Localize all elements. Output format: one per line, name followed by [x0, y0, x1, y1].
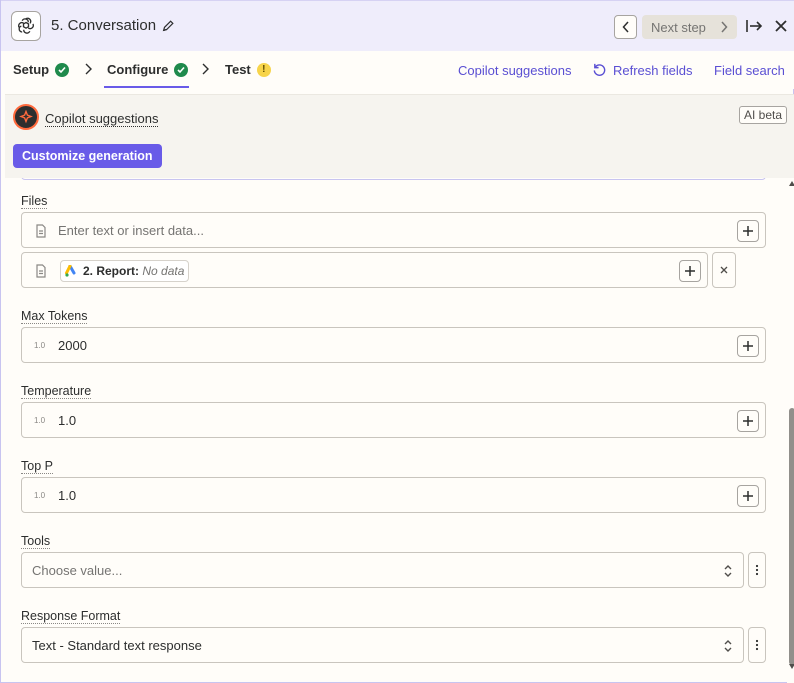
temperature-value: 1.0 [58, 413, 77, 428]
tools-placeholder: Choose value... [32, 563, 123, 578]
tab-configure[interactable]: Configure [107, 62, 189, 77]
scroll-up-arrow-icon[interactable] [789, 181, 794, 186]
customize-generation-button[interactable]: Customize generation [13, 144, 162, 168]
response-format-select[interactable]: Text - Standard text response [21, 627, 744, 663]
collapse-panel-icon[interactable] [745, 17, 763, 35]
pill-step-label: 2. Report: [83, 264, 140, 278]
check-circle-icon [174, 62, 189, 77]
scroll-down-arrow-icon[interactable] [789, 664, 794, 669]
tools-label: Tools [21, 534, 51, 549]
plus-icon [743, 341, 753, 351]
number-type-icon: 1.0 [34, 491, 46, 500]
document-icon [36, 224, 46, 238]
ai-beta-badge: AI beta [739, 106, 788, 124]
next-step-label: Next step [651, 19, 706, 35]
insert-data-button[interactable] [737, 410, 759, 432]
configure-form: Files Enter text or insert data... 2. Re… [1, 178, 787, 683]
number-type-icon: 1.0 [34, 416, 46, 425]
insert-data-button[interactable] [737, 335, 759, 357]
copilot-sparkle-icon [13, 104, 39, 130]
more-vertical-icon [755, 639, 759, 651]
chevron-right-icon [721, 21, 728, 33]
number-type-icon: 1.0 [34, 341, 46, 350]
scrollbar-thumb[interactable] [789, 408, 794, 665]
refresh-icon[interactable] [592, 62, 607, 77]
previous-step-button[interactable] [614, 15, 637, 39]
openai-icon [11, 11, 41, 41]
close-icon[interactable] [774, 19, 788, 33]
insert-data-button[interactable] [737, 220, 759, 242]
mapped-data-pill[interactable]: 2. Report: No data [60, 260, 190, 282]
chevron-up-down-icon [724, 565, 732, 577]
form-scrollbar[interactable] [787, 178, 794, 683]
remove-item-button[interactable] [712, 252, 736, 288]
copilot-title[interactable]: Copilot suggestions [45, 112, 159, 127]
plus-icon [743, 416, 753, 426]
max-tokens-label: Max Tokens [21, 309, 88, 324]
tab-configure-label: Configure [107, 62, 169, 77]
top-p-value: 1.0 [58, 488, 77, 503]
document-icon [36, 264, 46, 278]
copilot-panel: Copilot suggestions AI beta Customize ge… [5, 94, 794, 178]
tools-select[interactable]: Choose value... [21, 552, 744, 588]
temperature-input[interactable]: 1.0 1.0 [21, 402, 766, 438]
files-input[interactable]: Enter text or insert data... [21, 212, 766, 248]
close-icon [720, 266, 728, 274]
plus-icon [743, 226, 753, 236]
response-format-label: Response Format [21, 609, 121, 624]
field-search-button[interactable]: Field search [714, 63, 785, 78]
active-tab-indicator [104, 86, 189, 88]
files-label: Files [21, 194, 48, 209]
google-ads-icon [65, 265, 76, 277]
previous-field-edge [21, 178, 766, 180]
plus-icon [685, 266, 695, 276]
step-title: 5. Conversation [51, 17, 157, 34]
insert-data-button[interactable] [737, 485, 759, 507]
pill-value: No data [142, 264, 185, 278]
response-format-value: Text - Standard text response [32, 638, 202, 653]
max-tokens-value: 2000 [58, 338, 87, 353]
tab-test[interactable]: Test ! [225, 62, 271, 77]
tools-options-button[interactable] [748, 552, 766, 588]
insert-data-button[interactable] [679, 260, 701, 282]
plus-icon [743, 491, 753, 501]
step-editor-panel: 5. Conversation Next step Setup Configur… [0, 0, 794, 683]
top-p-input[interactable]: 1.0 1.0 [21, 477, 766, 513]
tab-setup[interactable]: Setup [13, 62, 70, 77]
response-format-options-button[interactable] [748, 627, 766, 663]
temperature-label: Temperature [21, 384, 92, 399]
step-header: 5. Conversation Next step [1, 0, 794, 51]
max-tokens-input[interactable]: 1.0 2000 [21, 327, 766, 363]
top-p-label: Top P [21, 459, 53, 474]
pencil-icon[interactable] [161, 19, 175, 33]
check-circle-icon [55, 62, 70, 77]
chevron-right-icon [202, 63, 209, 75]
tab-test-label: Test [225, 62, 251, 77]
files-mapped-input[interactable]: 2. Report: No data [21, 252, 708, 288]
step-tabs: Setup Configure Test ! Copilot suggestio… [1, 51, 794, 89]
chevron-right-icon [85, 63, 92, 75]
chevron-up-down-icon [724, 640, 732, 652]
files-placeholder: Enter text or insert data... [58, 223, 204, 238]
chevron-left-icon [621, 21, 629, 33]
next-step-button[interactable]: Next step [642, 15, 737, 39]
more-vertical-icon [755, 564, 759, 576]
copilot-suggestions-link[interactable]: Copilot suggestions [458, 63, 571, 78]
warning-icon: ! [256, 62, 271, 77]
tab-setup-label: Setup [13, 62, 50, 77]
refresh-fields-button[interactable]: Refresh fields [613, 63, 692, 78]
